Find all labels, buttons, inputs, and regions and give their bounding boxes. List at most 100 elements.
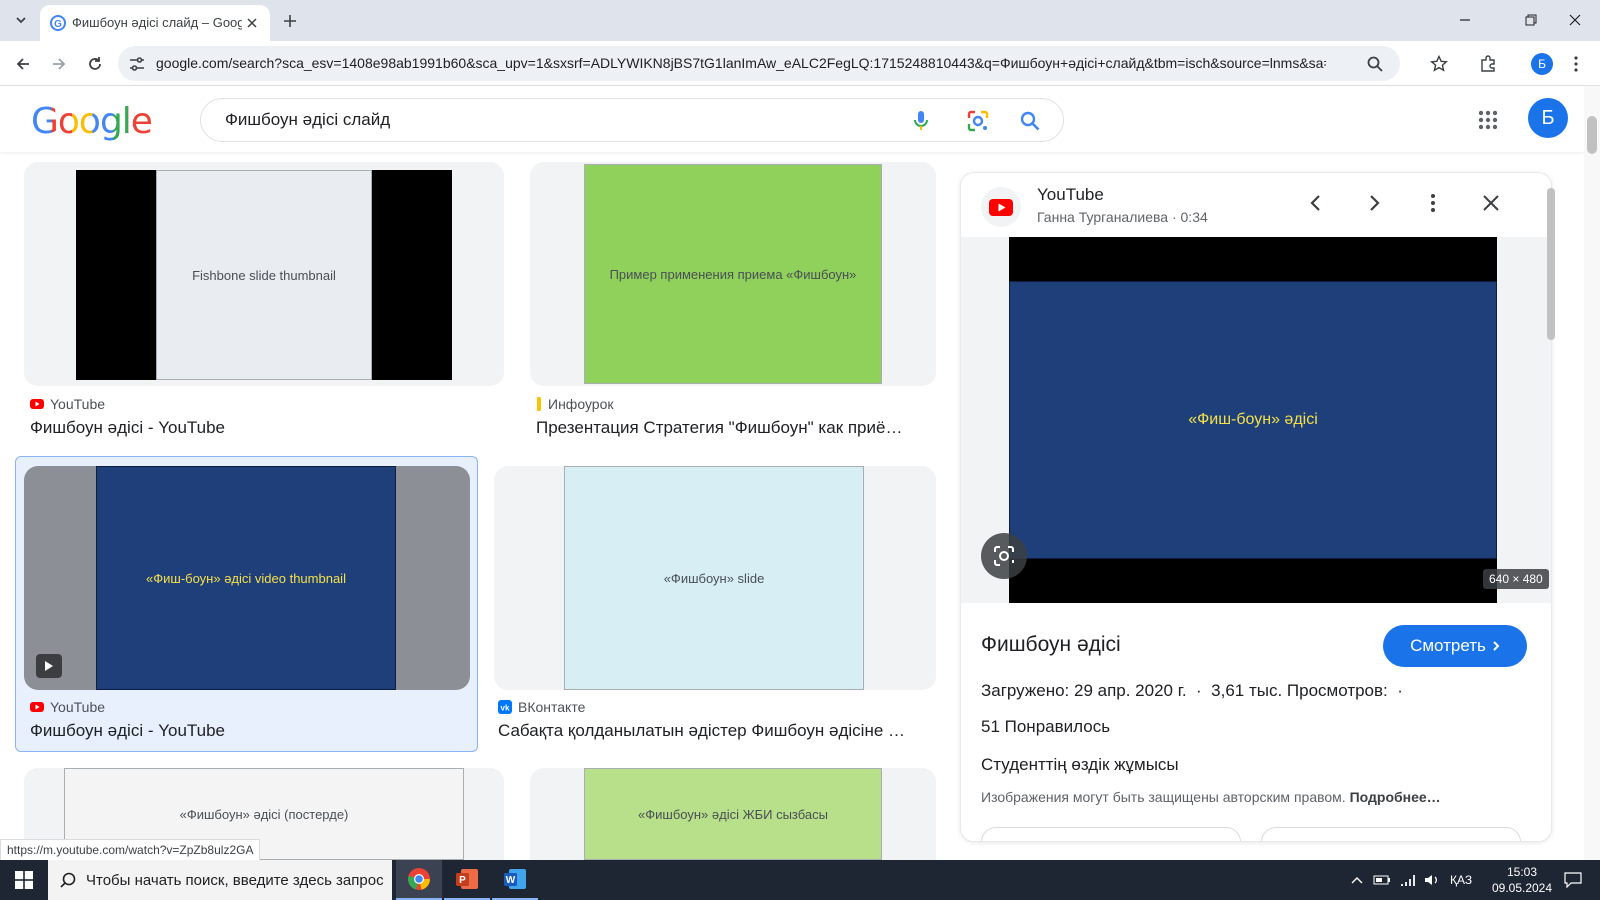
panel-action-chip-1[interactable] <box>981 827 1241 841</box>
fishbone-slide-placeholder: Fishbone slide thumbnail <box>156 170 372 380</box>
chevron-right-icon <box>1493 641 1500 651</box>
like-count: 51 Понравилось <box>981 717 1111 736</box>
site-info-icon[interactable] <box>128 55 146 73</box>
google-apps-grid-icon[interactable] <box>1474 106 1502 134</box>
windows-start-icon[interactable] <box>0 860 48 900</box>
fish-bone-preview-placeholder: «Фиш-боун» әдісі <box>1009 281 1497 559</box>
result-source-label: YouTube <box>50 699 106 715</box>
network-icon[interactable] <box>1398 870 1418 890</box>
result-title-4[interactable]: Сабақта қолданылатын әдістер Фишбоун әді… <box>498 721 930 741</box>
stats-separator: · <box>1191 681 1207 700</box>
result-source-label: ВКонтакте <box>518 699 586 715</box>
close-panel-icon[interactable] <box>1477 189 1505 217</box>
copyright-note: Изображения могут быть защищены авторски… <box>981 789 1441 805</box>
browser-tab-bar: G Фишбоун әдісі слайд – Google <box>0 0 1600 41</box>
search-input[interactable]: Фишбоун әдісі слайд <box>225 110 390 130</box>
link-status-bar: https://m.youtube.com/watch?v=ZpZb8ulz2G… <box>0 839 261 861</box>
taskbar-search-icon <box>60 872 76 888</box>
watch-button-label: Смотреть <box>1410 636 1486 655</box>
search-box[interactable]: Фишбоун әдісі слайд <box>200 98 1064 142</box>
result-source-4[interactable]: vk ВКонтакте <box>498 699 585 715</box>
panel-scrollbar[interactable] <box>1546 176 1556 840</box>
fish-bone-video-placeholder: «Фиш-боун» әдісі video thumbnail <box>96 466 396 690</box>
panel-title[interactable]: Фишбоун әдісі <box>981 633 1121 657</box>
result-image-1[interactable]: Fishbone slide thumbnail <box>24 162 504 386</box>
account-avatar[interactable]: Б <box>1528 98 1568 138</box>
taskbar-search-box[interactable]: Чтобы начать поиск, введите здесь запрос <box>48 860 392 900</box>
voice-search-mic-icon[interactable] <box>909 109 933 133</box>
vk-icon: vk <box>498 700 512 714</box>
clock[interactable]: 15:03 09.05.2024 <box>1486 864 1558 896</box>
panel-action-chip-2[interactable] <box>1261 827 1521 841</box>
chrome-taskbar-icon[interactable] <box>396 860 442 900</box>
svg-text:P: P <box>459 875 466 886</box>
panel-duration: 0:34 <box>1180 209 1208 225</box>
youtube-icon <box>30 399 44 409</box>
result-image-1-frame: Fishbone slide thumbnail <box>76 170 452 380</box>
google-favicon-icon: G <box>50 15 66 31</box>
close-window-icon[interactable] <box>1560 8 1590 32</box>
windows-taskbar: Чтобы начать поиск, введите здесь запрос… <box>0 860 1600 900</box>
lens-search-image-icon[interactable] <box>981 533 1027 579</box>
page-scrollbar-thumb[interactable] <box>1587 116 1597 154</box>
result-source-3[interactable]: YouTube <box>30 699 105 715</box>
result-image-6[interactable]: «Фишбоун» әдісі ЖБИ сызбасы <box>530 768 936 860</box>
address-bar[interactable]: google.com/search?sca_esv=1408e98ab1991b… <box>118 46 1400 81</box>
new-tab-plus-icon[interactable] <box>278 9 302 33</box>
tab-close-icon[interactable] <box>242 13 262 33</box>
result-title-1[interactable]: Фишбоун әдісі - YouTube <box>30 418 500 438</box>
tab-search-chevron-icon[interactable] <box>8 8 34 32</box>
youtube-icon <box>30 702 44 712</box>
volume-icon[interactable] <box>1422 870 1442 890</box>
svg-text:W: W <box>506 875 516 886</box>
result-source-1[interactable]: YouTube <box>30 396 105 412</box>
result-source-label: Инфоурок <box>548 396 614 412</box>
svg-text:vk: vk <box>501 704 510 713</box>
panel-source[interactable]: YouTube <box>1037 185 1104 205</box>
extensions-puzzle-icon[interactable] <box>1475 51 1501 77</box>
result-image-4[interactable]: «Фишбоун» slide <box>494 466 936 690</box>
watch-button[interactable]: Смотреть <box>1383 625 1527 667</box>
google-logo[interactable]: Google <box>31 101 153 142</box>
image-preview-panel: YouTube Ганна Турганалиева · 0:34 «Фиш-б… <box>960 172 1552 842</box>
browser-profile-avatar[interactable]: Б <box>1531 53 1553 75</box>
minimize-window-icon[interactable] <box>1450 8 1480 32</box>
result-title-3[interactable]: Фишбоун әдісі - YouTube <box>30 721 470 741</box>
google-lens-icon[interactable] <box>965 108 991 134</box>
keyboard-language[interactable]: ҚАЗ <box>1450 873 1472 887</box>
infourok-icon <box>537 397 541 411</box>
panel-meta: Ганна Турганалиева · 0:34 <box>1037 209 1208 225</box>
view-count: 3,61 тыс. Просмотров: <box>1211 681 1388 700</box>
powerpoint-taskbar-icon[interactable]: P <box>444 860 490 900</box>
browser-menu-dots-icon[interactable] <box>1566 51 1586 77</box>
forward-arrow-icon[interactable] <box>46 51 72 77</box>
search-icon[interactable] <box>1017 108 1043 134</box>
reload-icon[interactable] <box>82 51 108 77</box>
restore-window-icon[interactable] <box>1516 8 1546 32</box>
result-title-2[interactable]: Презентация Стратегия "Фишбоун" как приё… <box>536 418 936 438</box>
next-chevron-icon[interactable] <box>1361 189 1389 217</box>
active-tab[interactable]: G Фишбоун әдісі слайд – Google <box>40 5 270 41</box>
youtube-source-icon <box>981 187 1021 227</box>
tray-overflow-chevron-icon[interactable] <box>1348 870 1366 890</box>
page-scrollbar[interactable] <box>1584 86 1600 860</box>
panel-scrollbar-thumb[interactable] <box>1547 188 1555 340</box>
result-image-3[interactable]: «Фиш-боун» әдісі video thumbnail <box>24 466 470 690</box>
back-arrow-icon[interactable] <box>10 51 36 77</box>
zoom-icon[interactable] <box>1364 53 1386 75</box>
google-header: Google Фишбоун әдісі слайд Б <box>0 86 1584 152</box>
result-image-2[interactable]: Пример применения приема «Фишбоун» <box>530 162 936 386</box>
infourok-slide-placeholder: Пример применения приема «Фишбоун» <box>584 164 882 384</box>
video-play-icon <box>36 654 62 678</box>
result-source-label: YouTube <box>50 396 106 412</box>
battery-icon[interactable] <box>1372 870 1392 890</box>
upload-date: Загружено: 29 апр. 2020 г. <box>981 681 1187 700</box>
previous-chevron-icon[interactable] <box>1301 189 1329 217</box>
more-options-dots-icon[interactable] <box>1419 189 1447 217</box>
result-source-2[interactable]: Инфоурок <box>536 396 613 412</box>
notifications-icon[interactable] <box>1560 868 1586 892</box>
bookmark-star-icon[interactable] <box>1426 51 1452 77</box>
more-info-link[interactable]: Подробнее… <box>1350 789 1441 805</box>
word-taskbar-icon[interactable]: W <box>492 860 538 900</box>
preview-image-area[interactable]: «Фиш-боун» әдісі 640 × 480 <box>961 237 1551 603</box>
